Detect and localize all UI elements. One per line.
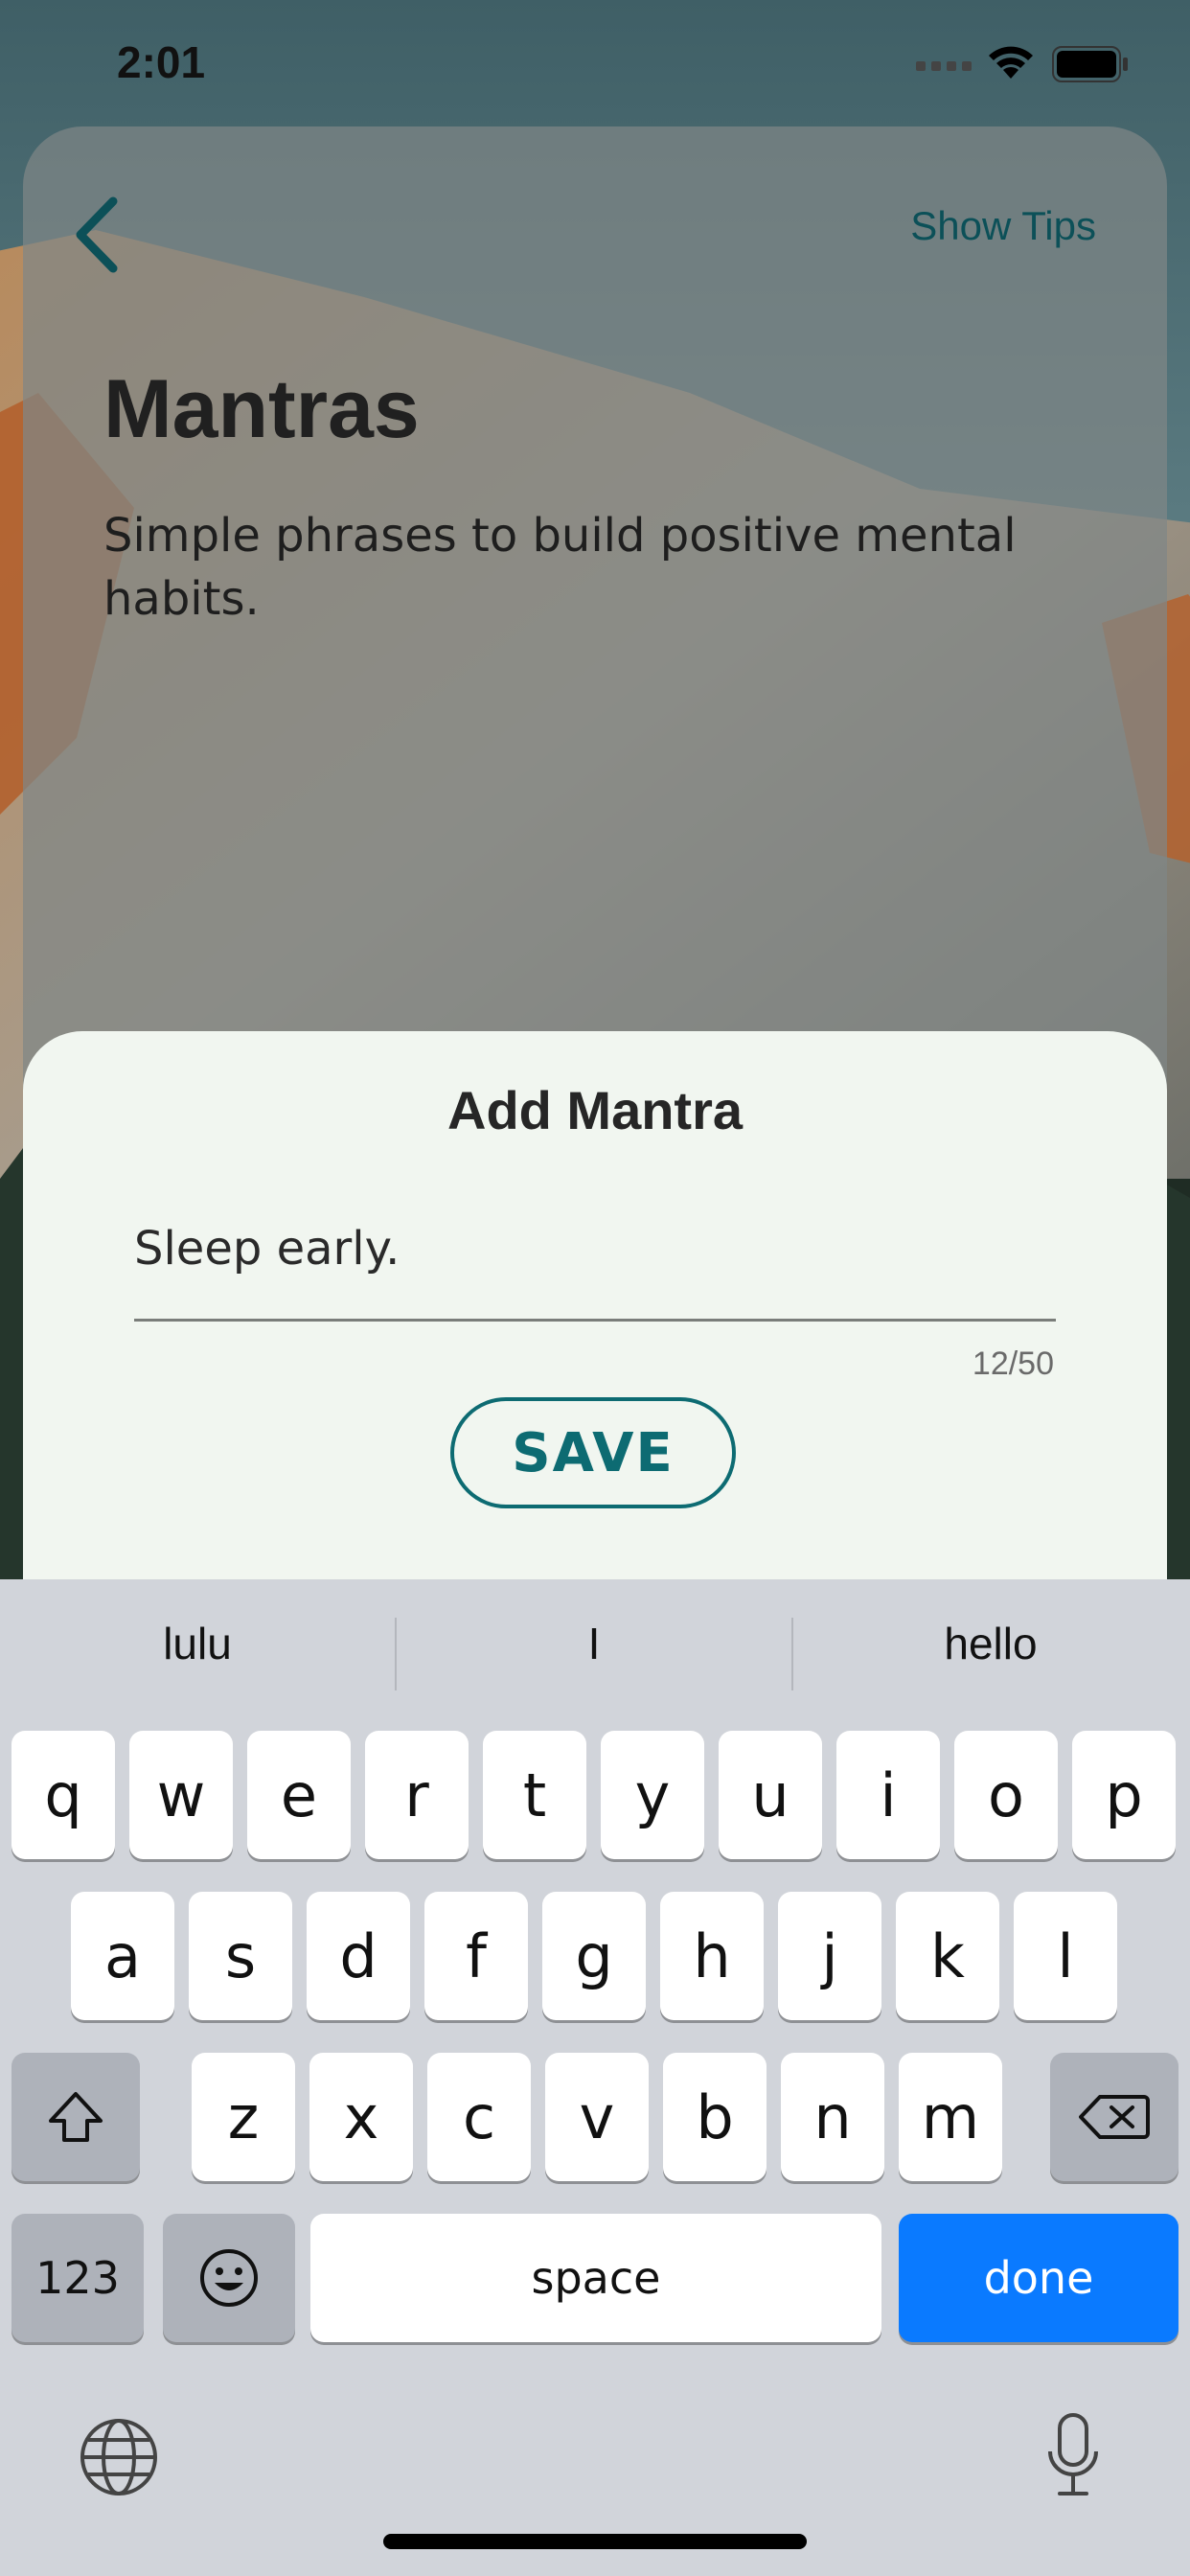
- backspace-icon: [1079, 2095, 1150, 2139]
- suggestion-2[interactable]: I: [402, 1618, 786, 1669]
- key-l[interactable]: l: [1014, 1892, 1117, 2020]
- show-tips-button[interactable]: Show Tips: [910, 203, 1096, 249]
- suggestion-3[interactable]: hello: [799, 1618, 1182, 1669]
- key-h[interactable]: h: [660, 1892, 764, 2020]
- key-g[interactable]: g: [542, 1892, 646, 2020]
- key-u[interactable]: u: [719, 1731, 822, 1859]
- globe-icon[interactable]: [77, 2415, 161, 2499]
- chevron-left-icon[interactable]: [69, 192, 126, 278]
- suggestion-divider: [791, 1618, 793, 1690]
- key-w[interactable]: w: [129, 1731, 233, 1859]
- key-a[interactable]: a: [71, 1892, 174, 2020]
- battery-icon: [1052, 46, 1128, 82]
- key-m[interactable]: m: [899, 2053, 1002, 2181]
- key-t[interactable]: t: [483, 1731, 586, 1859]
- space-key[interactable]: space: [310, 2214, 881, 2342]
- key-v[interactable]: v: [545, 2053, 649, 2181]
- backspace-key[interactable]: [1050, 2053, 1179, 2181]
- key-z[interactable]: z: [192, 2053, 295, 2181]
- key-k[interactable]: k: [896, 1892, 999, 2020]
- page-subtitle: Simple phrases to build positive mental …: [103, 509, 1017, 626]
- signal-icon: [916, 61, 972, 71]
- character-counter: 12/50: [972, 1346, 1054, 1382]
- key-o[interactable]: o: [954, 1731, 1058, 1859]
- shift-icon: [49, 2092, 103, 2142]
- key-n[interactable]: n: [781, 2053, 884, 2181]
- status-time: 2:01: [117, 37, 206, 87]
- numbers-key[interactable]: 123: [11, 2214, 144, 2342]
- mantra-input[interactable]: [134, 1217, 1054, 1280]
- key-d[interactable]: d: [307, 1892, 410, 2020]
- key-b[interactable]: b: [663, 2053, 767, 2181]
- microphone-icon[interactable]: [1044, 2411, 1102, 2501]
- sheet-title: Add Mantra: [447, 1080, 743, 1140]
- key-e[interactable]: e: [247, 1731, 351, 1859]
- key-p[interactable]: p: [1072, 1731, 1176, 1859]
- suggestion-1[interactable]: lulu: [6, 1618, 389, 1669]
- key-q[interactable]: q: [11, 1731, 115, 1859]
- emoji-icon: [200, 2249, 258, 2307]
- key-x[interactable]: x: [309, 2053, 413, 2181]
- key-j[interactable]: j: [778, 1892, 881, 2020]
- save-button[interactable]: SAVE: [450, 1397, 736, 1508]
- input-underline: [134, 1319, 1056, 1322]
- key-y[interactable]: y: [601, 1731, 704, 1859]
- key-c[interactable]: c: [427, 2053, 531, 2181]
- key-f[interactable]: f: [424, 1892, 528, 2020]
- done-key[interactable]: done: [899, 2214, 1179, 2342]
- home-indicator: [383, 2534, 807, 2549]
- emoji-key[interactable]: [163, 2214, 295, 2342]
- page-title: Mantras: [103, 363, 420, 455]
- suggestion-divider: [395, 1618, 397, 1690]
- wifi-icon: [989, 46, 1033, 79]
- key-s[interactable]: s: [189, 1892, 292, 2020]
- status-bar: 2:01: [0, 0, 1190, 126]
- shift-key[interactable]: [11, 2053, 140, 2181]
- key-i[interactable]: i: [836, 1731, 940, 1859]
- key-r[interactable]: r: [365, 1731, 469, 1859]
